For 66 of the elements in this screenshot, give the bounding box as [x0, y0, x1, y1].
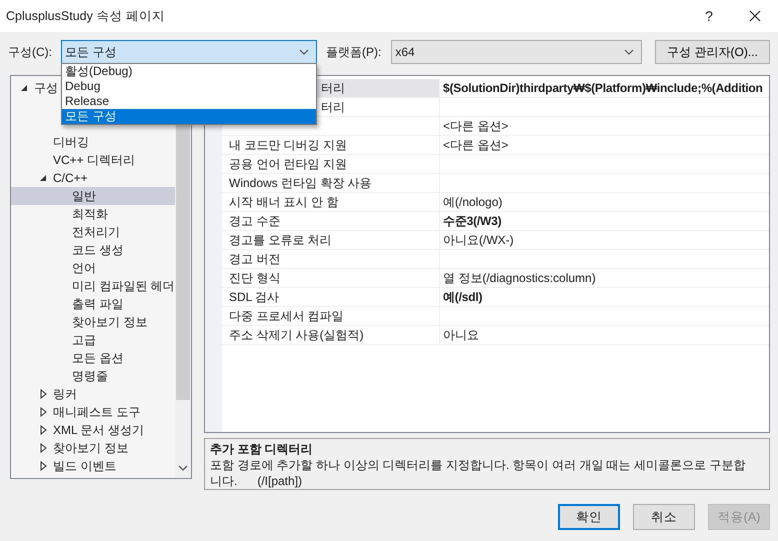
expanded-triangle-icon[interactable]	[38, 173, 48, 183]
collapsed-triangle-icon[interactable]	[38, 389, 48, 399]
tree-item[interactable]: 모든 옵션	[72, 350, 124, 366]
property-name[interactable]: Windows 런타임 확장 사용	[229, 176, 372, 190]
collapsed-triangle-icon[interactable]	[38, 443, 48, 453]
property-value[interactable]: 아니요	[443, 328, 479, 342]
chevron-down-icon	[298, 48, 310, 56]
tree-item[interactable]: 미리 컴파일된 헤더	[72, 278, 175, 294]
collapsed-triangle-icon[interactable]	[38, 407, 48, 417]
dropdown-option[interactable]: Debug	[62, 79, 316, 94]
property-name[interactable]: 내 코드만 디버깅 지원	[229, 138, 348, 152]
property-name[interactable]: 진단 형식	[229, 271, 280, 285]
tree-item[interactable]: 구성	[34, 80, 58, 96]
dialog-button[interactable]: 취소	[633, 504, 695, 530]
property-value[interactable]: $(SolutionDir)thirdparty₩$(Platform)₩include;%(Addition	[443, 81, 763, 95]
property-name[interactable]: 경고 수준	[229, 214, 280, 228]
dropdown-option[interactable]: Release	[62, 94, 316, 109]
property-name[interactable]: 터리	[321, 81, 345, 95]
platform-label: 플랫폼(P):	[326, 44, 382, 60]
property-name[interactable]: 주소 삭제기 사용(실험적)	[229, 328, 364, 342]
chevron-down-icon	[623, 48, 636, 56]
tree-item[interactable]: 찾아보기 정보	[72, 314, 148, 330]
property-value[interactable]: 예(/nologo)	[443, 195, 502, 209]
config-label: 구성(C):	[8, 44, 52, 60]
platform-dropdown[interactable]: x64	[391, 40, 642, 64]
description-title: 추가 포함 디렉터리	[210, 441, 314, 457]
property-name[interactable]: 다중 프로세서 컴파일	[229, 309, 344, 323]
property-value[interactable]: 예(/sdl)	[443, 290, 482, 304]
chevron-down-icon[interactable]	[178, 465, 188, 472]
property-value[interactable]: 수준3(/W3)	[443, 214, 502, 228]
property-name[interactable]: 경고 버전	[229, 252, 280, 266]
dropdown-option[interactable]: 모든 구성	[62, 109, 316, 124]
tree-item[interactable]: 빌드 이벤트	[53, 458, 116, 474]
property-value[interactable]: <다른 옵션>	[443, 119, 508, 133]
configuration-manager-button[interactable]: 구성 관리자(O)...	[655, 40, 770, 64]
tree-item[interactable]: 전처리기	[72, 224, 120, 240]
tree-item[interactable]: 코드 생성	[72, 242, 124, 258]
collapsed-triangle-icon[interactable]	[38, 425, 48, 435]
window-title: CplusplusStudy 속성 페이지	[5, 8, 166, 24]
tree-item[interactable]: 출력 파일	[72, 296, 124, 312]
property-value[interactable]: 열 정보(/diagnostics:column)	[443, 271, 596, 285]
property-value[interactable]: 아니요(/WX-)	[443, 233, 514, 247]
description-text: 포함 경로에 추가할 하나 이상의 디렉터리를 지정합니다. 항목이 여러 개일 때는 세미콜론으로 구분합니다. (/I[path])	[210, 457, 746, 489]
expanded-triangle-icon[interactable]	[19, 83, 29, 93]
property-name[interactable]: 시작 배너 표시 안 함	[229, 195, 338, 209]
property-name[interactable]: 경고를 오류로 처리	[229, 233, 332, 247]
tree-item[interactable]: 디버깅	[53, 134, 89, 150]
dropdown-option[interactable]: 활성(Debug)	[62, 64, 316, 79]
tree-item[interactable]: 언어	[72, 260, 96, 276]
tree-item[interactable]: C/C++	[53, 171, 88, 185]
tree-item[interactable]: 링커	[53, 386, 77, 402]
collapsed-triangle-icon[interactable]	[38, 461, 48, 471]
help-button[interactable]: ?	[686, 8, 732, 24]
tree-item[interactable]: 매니페스트 도구	[53, 404, 140, 420]
property-name[interactable]: 공용 언어 런타임 지원	[229, 157, 348, 171]
property-name[interactable]: 터리	[321, 100, 345, 114]
tree-item[interactable]: 최적화	[72, 206, 108, 222]
tree-item[interactable]: 명령줄	[72, 368, 108, 384]
tree-item[interactable]: XML 문서 생성기	[53, 422, 144, 438]
tree-item[interactable]: 고급	[72, 332, 96, 348]
tree-item[interactable]: 찾아보기 정보	[53, 440, 128, 456]
property-name[interactable]: SDL 검사	[229, 290, 280, 304]
property-value[interactable]: <다른 옵션>	[443, 138, 508, 152]
dialog-button[interactable]: 확인	[558, 504, 620, 530]
tree-item[interactable]: VC++ 디렉터리	[53, 152, 136, 168]
tree-item[interactable]: 일반	[72, 188, 96, 204]
